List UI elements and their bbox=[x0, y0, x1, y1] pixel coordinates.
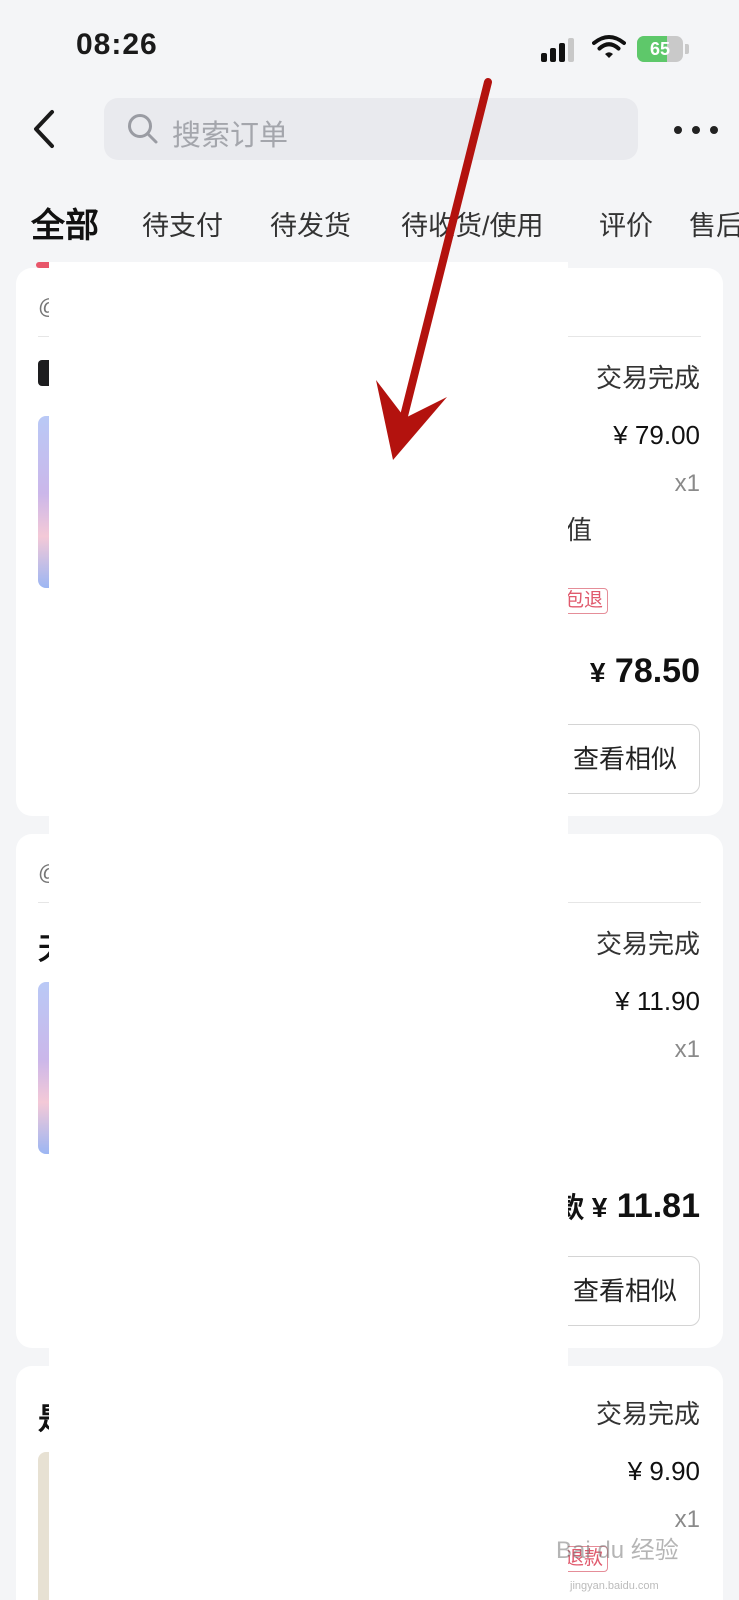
redaction-overlay bbox=[49, 262, 568, 1600]
order-status: 交易完成 bbox=[595, 363, 700, 393]
search-placeholder: 搜索订单 bbox=[172, 120, 289, 152]
item-quantity: x1 bbox=[674, 470, 700, 497]
item-price: ¥ 9.90 bbox=[627, 1456, 700, 1486]
tab-pending-payment[interactable]: 待支付 bbox=[142, 204, 223, 243]
total-prefix: ¥ bbox=[589, 657, 606, 688]
search-input[interactable]: 搜索订单 bbox=[104, 98, 638, 160]
order-status: 交易完成 bbox=[595, 1399, 700, 1429]
status-time: 08:26 bbox=[76, 28, 158, 61]
cellular-signal-icon bbox=[541, 38, 577, 62]
tab-pending-receipt[interactable]: 待收货/使用 bbox=[401, 204, 544, 243]
wifi-icon bbox=[592, 35, 626, 58]
item-quantity: x1 bbox=[674, 1036, 700, 1063]
order-total: ¥ 78.50 bbox=[590, 652, 700, 691]
battery-icon: 65 bbox=[637, 36, 683, 62]
tab-all[interactable]: 全部 bbox=[31, 198, 99, 247]
search-icon bbox=[128, 114, 158, 144]
battery-cap bbox=[685, 44, 689, 54]
battery-level: 65 bbox=[649, 39, 671, 59]
order-tabs: 全部 待支付 待发货 待收货/使用 评价 售后 bbox=[0, 190, 739, 270]
item-price: ¥ 79.00 bbox=[613, 420, 700, 450]
total-amount: 78.50 bbox=[614, 652, 700, 690]
item-price: ¥ 11.90 bbox=[615, 986, 700, 1016]
more-options-icon[interactable] bbox=[672, 114, 720, 144]
status-bar: 08:26 65 bbox=[0, 0, 739, 90]
tab-review[interactable]: 评价 bbox=[599, 204, 653, 243]
tab-after-sales[interactable]: 售后 bbox=[689, 204, 739, 243]
order-total: 款 ¥ 11.81 bbox=[556, 1186, 700, 1226]
item-spec-fragment: 值 bbox=[566, 515, 593, 545]
watermark-url: jingyan.baidu.com bbox=[570, 1580, 659, 1592]
tab-pending-shipment[interactable]: 待发货 bbox=[270, 204, 351, 243]
order-status: 交易完成 bbox=[595, 929, 700, 959]
watermark-logo: Bai du 经验 bbox=[556, 1537, 679, 1564]
back-button[interactable] bbox=[26, 104, 66, 154]
total-amount: 11.81 bbox=[616, 1187, 700, 1225]
